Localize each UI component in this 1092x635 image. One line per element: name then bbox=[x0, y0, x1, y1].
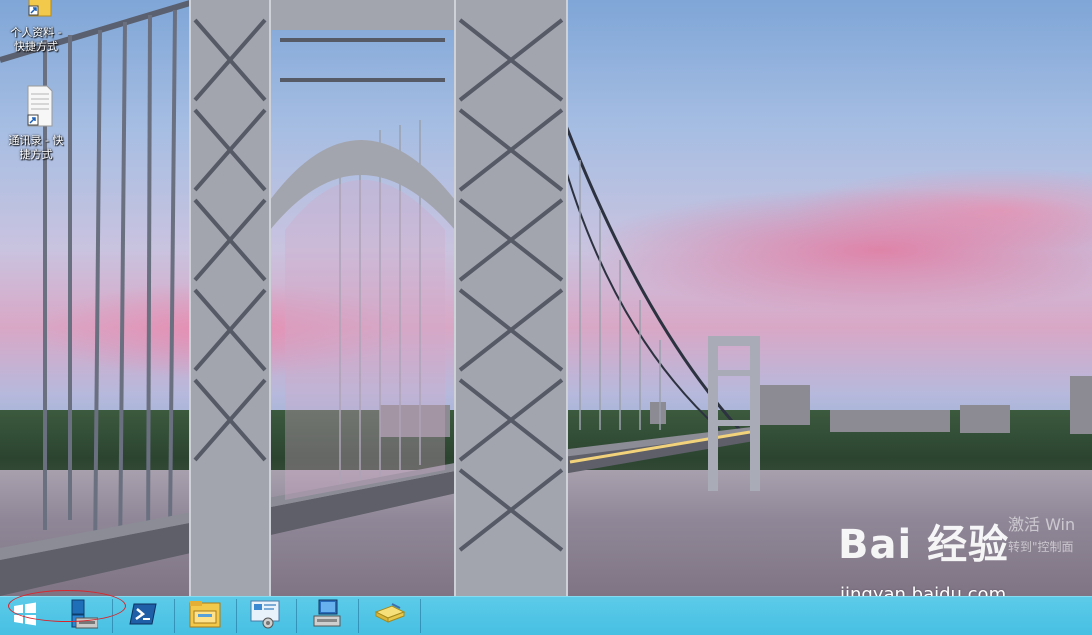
taskbar bbox=[0, 596, 1092, 635]
computer-button[interactable] bbox=[302, 597, 352, 635]
baidu-watermark-logo: Bai 经验 bbox=[838, 512, 1009, 570]
annotation-highlight-circle bbox=[8, 590, 126, 622]
activation-subtitle: 转到"控制面 bbox=[1008, 540, 1074, 554]
taskbar-separator bbox=[420, 599, 421, 633]
control-panel-icon bbox=[248, 598, 282, 634]
control-panel-button[interactable] bbox=[240, 597, 290, 635]
folder-icon bbox=[188, 599, 222, 633]
taskbar-separator bbox=[236, 599, 237, 633]
taskbar-separator bbox=[358, 599, 359, 633]
desktop-icon-label: 快捷方式 bbox=[14, 40, 58, 53]
document-shortcut-icon bbox=[2, 84, 70, 132]
desktop-icon-contacts-shortcut[interactable]: 通讯录 - 快 捷方式 bbox=[2, 84, 70, 162]
powershell-button[interactable] bbox=[118, 597, 168, 635]
desktop-wallpaper: 个人资料 - 快捷方式 通讯录 - 快 捷方式 激活 Win 转到"控制面 Ba… bbox=[0, 0, 1092, 596]
folder-shortcut-icon bbox=[2, 0, 70, 24]
desktop-icon-label: 通讯录 - 快 bbox=[8, 134, 64, 147]
powershell-icon bbox=[129, 602, 157, 630]
baidu-logo-text: Bai 经验 bbox=[838, 522, 1010, 568]
taskbar-separator bbox=[296, 599, 297, 633]
notes-button[interactable] bbox=[364, 597, 414, 635]
desktop-icon-label: 捷方式 bbox=[19, 148, 53, 161]
file-explorer-button[interactable] bbox=[180, 597, 230, 635]
desktop-icon-label: 个人资料 - bbox=[10, 26, 62, 39]
taskbar-separator bbox=[174, 599, 175, 633]
computer-icon bbox=[310, 598, 344, 634]
activation-title: 激活 Win bbox=[1008, 515, 1076, 534]
bridge-illustration bbox=[0, 0, 1092, 596]
windows-activation-notice: 激活 Win 转到"控制面 bbox=[1008, 514, 1075, 558]
desktop-icon-profile-shortcut[interactable]: 个人资料 - 快捷方式 bbox=[2, 0, 70, 54]
notepad-icon bbox=[372, 600, 406, 632]
